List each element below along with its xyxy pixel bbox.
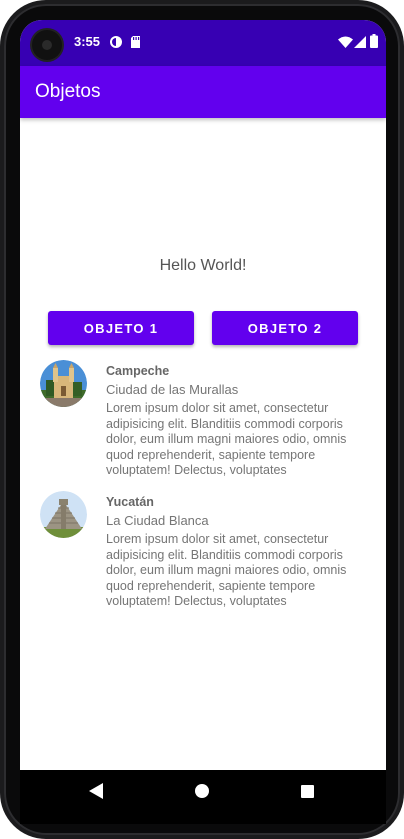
- screen: 3:55 Objetos Hello World! OBJETO 1 OBJET…: [20, 20, 386, 824]
- wifi-icon: [338, 36, 353, 48]
- list-item-title: Campeche: [106, 364, 170, 378]
- status-bar: 3:55: [20, 20, 386, 66]
- signal-icon: [354, 36, 366, 48]
- objeto-2-button[interactable]: OBJETO 2: [212, 311, 358, 345]
- list-item-description: Lorem ipsum dolor sit amet, consectetur …: [106, 401, 347, 477]
- battery-icon: [370, 34, 378, 48]
- list-item-subtitle: Ciudad de las Murallas: [106, 382, 239, 397]
- pyramid-image: [40, 491, 87, 538]
- app-title: Objetos: [35, 81, 101, 102]
- navigation-bar: [20, 770, 386, 824]
- list-item-title: Yucatán: [106, 495, 154, 509]
- list-item-text: Campeche Ciudad de las Murallas Lorem ip…: [106, 362, 368, 479]
- home-icon[interactable]: [195, 784, 209, 798]
- app-bar: Objetos: [20, 66, 386, 118]
- list-item-subtitle: La Ciudad Blanca: [106, 513, 209, 528]
- sd-card-icon: [131, 36, 140, 48]
- cathedral-image: [40, 360, 87, 407]
- circle-notification-icon: [110, 36, 122, 48]
- status-time: 3:55: [74, 34, 101, 49]
- recents-icon[interactable]: [301, 785, 314, 798]
- hello-text: Hello World!: [159, 257, 247, 274]
- back-icon[interactable]: [89, 783, 103, 799]
- list-item-text: Yucatán La Ciudad Blanca Lorem ipsum dol…: [106, 493, 368, 610]
- front-camera: [32, 30, 62, 60]
- objeto-1-button[interactable]: OBJETO 1: [48, 311, 194, 345]
- list-item-description: Lorem ipsum dolor sit amet, consectetur …: [106, 532, 347, 608]
- phone-frame: 3:55 Objetos Hello World! OBJETO 1 OBJET…: [0, 0, 404, 839]
